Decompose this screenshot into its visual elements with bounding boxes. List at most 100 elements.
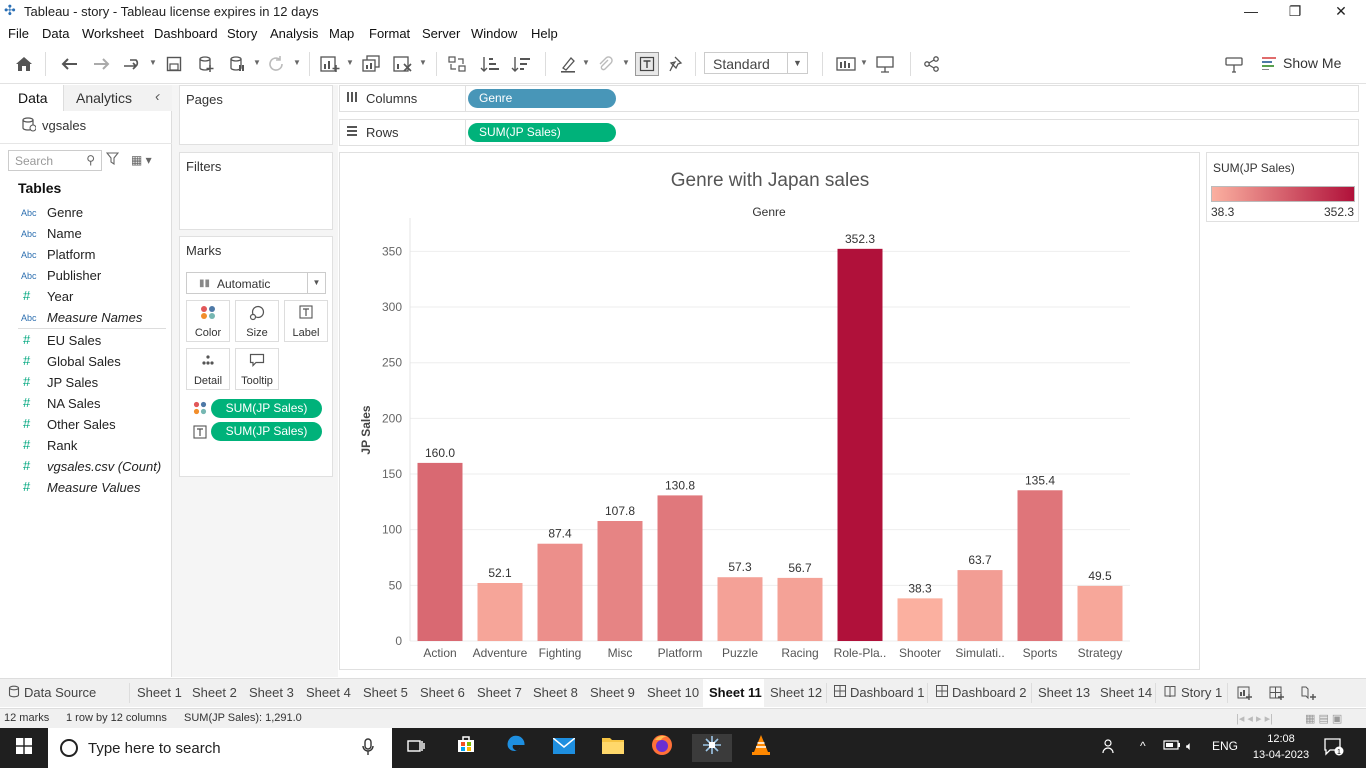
new-worksheet-icon[interactable] [318, 52, 342, 76]
x-category-label[interactable]: Adventure [473, 646, 528, 660]
task-view-icon[interactable] [396, 734, 436, 762]
clock[interactable]: 12:08 13-04-2023 [1248, 731, 1314, 763]
field-year[interactable]: # Year [0, 286, 172, 307]
bar[interactable] [897, 598, 943, 641]
swap-rows-columns-icon[interactable] [445, 52, 469, 76]
menu-map[interactable]: Map [329, 26, 354, 41]
field-rank[interactable]: # Rank [0, 435, 172, 456]
firefox-icon[interactable] [642, 734, 682, 762]
collapse-pane-icon[interactable]: ‹ [155, 88, 160, 105]
field-na-sales[interactable]: # NA Sales [0, 393, 172, 414]
mail-icon[interactable] [544, 734, 584, 762]
highlight-icon[interactable] [556, 52, 580, 76]
x-category-label[interactable]: Simulati.. [955, 646, 1004, 660]
bar[interactable] [837, 248, 883, 641]
x-category-label[interactable]: Role-Pla.. [834, 646, 887, 660]
show-cards-icon[interactable] [834, 52, 858, 76]
x-category-label[interactable]: Sports [1023, 646, 1058, 660]
volume-icon[interactable]: 🔈︎ [1186, 739, 1193, 754]
label-pill[interactable]: SUM(JP Sales) [211, 422, 322, 441]
home-icon[interactable] [12, 52, 36, 76]
sheet-nav-icons[interactable]: |◂ ◂ ▸ ▸| [1236, 712, 1273, 725]
field-name[interactable]: Abc Name [0, 223, 172, 244]
size-button[interactable]: Size [235, 300, 279, 342]
clear-sheet-icon[interactable] [391, 52, 415, 76]
new-worksheet-dropdown-icon[interactable]: ▼ [346, 58, 354, 67]
menu-format[interactable]: Format [369, 26, 410, 41]
bar[interactable] [777, 577, 823, 641]
new-worksheet-tab-icon[interactable] [1233, 679, 1259, 707]
tab-sheet-14[interactable]: Sheet 14 [1094, 679, 1155, 707]
group-dropdown-icon[interactable]: ▼ [622, 58, 630, 67]
x-category-label[interactable]: Puzzle [722, 646, 758, 660]
bar[interactable] [1017, 490, 1063, 641]
new-dashboard-tab-icon[interactable] [1265, 679, 1291, 707]
tableau-taskbar-icon[interactable] [692, 734, 732, 762]
duplicate-sheet-icon[interactable] [359, 52, 383, 76]
refresh-dropdown-icon[interactable]: ▼ [293, 58, 301, 67]
field-count[interactable]: # vgsales.csv (Count) [0, 456, 172, 477]
bar[interactable] [717, 577, 763, 641]
show-hidden-icons[interactable]: ^ [1140, 739, 1146, 753]
menu-story[interactable]: Story [227, 26, 257, 41]
field-measure-names[interactable]: Abc Measure Names [0, 307, 172, 328]
field-jp-sales[interactable]: # JP Sales [0, 372, 172, 393]
new-datasource-icon[interactable] [194, 52, 218, 76]
sort-ascending-icon[interactable] [478, 52, 502, 76]
tab-sheet-4[interactable]: Sheet 4 [299, 679, 355, 707]
pages-card[interactable]: Pages [179, 85, 333, 145]
view-sorter-icons[interactable]: ▦ ▤ ▣ [1305, 712, 1342, 725]
rows-shelf[interactable]: Rows SUM(JP Sales) [339, 119, 1359, 146]
tab-sheet-2[interactable]: Sheet 2 [185, 679, 241, 707]
menu-server[interactable]: Server [422, 26, 460, 41]
undo-icon[interactable] [58, 52, 82, 76]
tab-data[interactable]: Data [0, 85, 63, 111]
bar[interactable] [957, 570, 1003, 641]
close-button[interactable]: ✕ [1318, 0, 1364, 22]
field-platform[interactable]: Abc Platform [0, 244, 172, 265]
color-legend[interactable]: SUM(JP Sales) 38.3 352.3 [1206, 152, 1359, 222]
save-icon[interactable] [162, 52, 186, 76]
microphone-icon[interactable] [362, 738, 374, 760]
fix-axes-icon[interactable] [665, 52, 689, 76]
replay-dropdown-icon[interactable]: ▼ [149, 58, 157, 67]
microsoft-store-icon[interactable] [446, 734, 486, 762]
taskbar-search-input[interactable]: Type here to search [48, 728, 392, 768]
detail-button[interactable]: Detail [186, 348, 230, 390]
tab-sheet-9[interactable]: Sheet 9 [584, 679, 640, 707]
color-pill[interactable]: SUM(JP Sales) [211, 399, 322, 418]
replay-icon[interactable] [120, 52, 144, 76]
pause-updates-icon[interactable] [225, 52, 249, 76]
redo-icon[interactable] [89, 52, 113, 76]
x-category-label[interactable]: Shooter [899, 646, 941, 660]
group-members-icon[interactable] [593, 52, 617, 76]
tab-sheet-8[interactable]: Sheet 8 [527, 679, 583, 707]
tab-dashboard-1[interactable]: Dashboard 1 [827, 679, 926, 707]
x-category-label[interactable]: Misc [608, 646, 633, 660]
restore-button[interactable]: ❐ [1272, 0, 1318, 22]
x-category-label[interactable]: Action [423, 646, 456, 660]
field-genre[interactable]: Abc Genre [0, 202, 172, 223]
field-other-sales[interactable]: # Other Sales [0, 414, 172, 435]
refresh-icon[interactable] [264, 52, 288, 76]
presentation-mode-icon[interactable] [873, 52, 897, 76]
view-options-icon[interactable]: ▦ ▾ [131, 153, 152, 167]
menu-window[interactable]: Window [471, 26, 517, 41]
tooltip-button[interactable]: Tooltip [235, 348, 279, 390]
menu-data[interactable]: Data [42, 26, 69, 41]
color-button[interactable]: Color [186, 300, 230, 342]
x-category-label[interactable]: Fighting [539, 646, 582, 660]
view-size-select[interactable]: Standard ▼ [704, 52, 808, 74]
jp-sales-pill[interactable]: SUM(JP Sales) [468, 123, 616, 142]
x-category-label[interactable]: Platform [658, 646, 703, 660]
tab-dashboard-2[interactable]: Dashboard 2 [928, 679, 1030, 707]
tab-sheet-13[interactable]: Sheet 13 [1032, 679, 1093, 707]
bar[interactable] [477, 583, 523, 641]
menu-help[interactable]: Help [531, 26, 558, 41]
tab-sheet-6[interactable]: Sheet 6 [413, 679, 469, 707]
show-mark-labels-icon[interactable] [635, 52, 659, 76]
highlight-dropdown-icon[interactable]: ▼ [582, 58, 590, 67]
filter-icon[interactable] [105, 152, 120, 168]
bar[interactable] [657, 495, 703, 641]
people-icon[interactable] [1102, 738, 1118, 757]
